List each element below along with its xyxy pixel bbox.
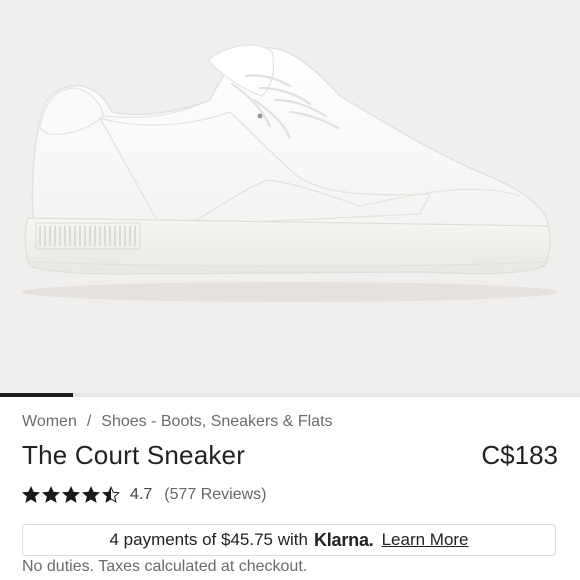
rating-summary[interactable]: 4.7 (577 Reviews) <box>22 484 267 506</box>
product-title: The Court Sneaker <box>22 440 246 470</box>
breadcrumb-link-shoes[interactable]: Shoes - Boots, Sneakers & Flats <box>101 413 332 430</box>
carousel-progress-fill <box>0 393 73 397</box>
reviews-count-link[interactable]: (577 Reviews) <box>164 486 266 504</box>
rating-value: 4.7 <box>130 486 153 503</box>
breadcrumb-separator: / <box>86 413 92 430</box>
klarna-installments-banner: 4 payments of $45.75 with Klarna. Learn … <box>22 524 556 556</box>
breadcrumb: Women / Shoes - Boots, Sneakers & Flats <box>22 413 333 431</box>
star-full-icon <box>82 486 100 504</box>
duties-note: No duties. Taxes calculated at checkout. <box>22 558 308 575</box>
star-full-icon <box>42 486 60 504</box>
star-full-icon <box>22 486 40 504</box>
product-image[interactable] <box>0 0 580 393</box>
product-price: C$183 <box>481 440 558 470</box>
sneaker-illustration <box>22 44 558 302</box>
breadcrumb-link-women[interactable]: Women <box>22 413 77 430</box>
image-carousel-progress <box>0 393 580 397</box>
klarna-learn-more-link[interactable]: Learn More <box>382 530 469 550</box>
star-half-icon <box>102 486 120 504</box>
klarna-logo: Klarna. <box>313 529 374 550</box>
rating-stars <box>22 486 120 504</box>
klarna-installments-text: 4 payments of $45.75 with <box>109 530 308 549</box>
star-full-icon <box>62 486 80 504</box>
